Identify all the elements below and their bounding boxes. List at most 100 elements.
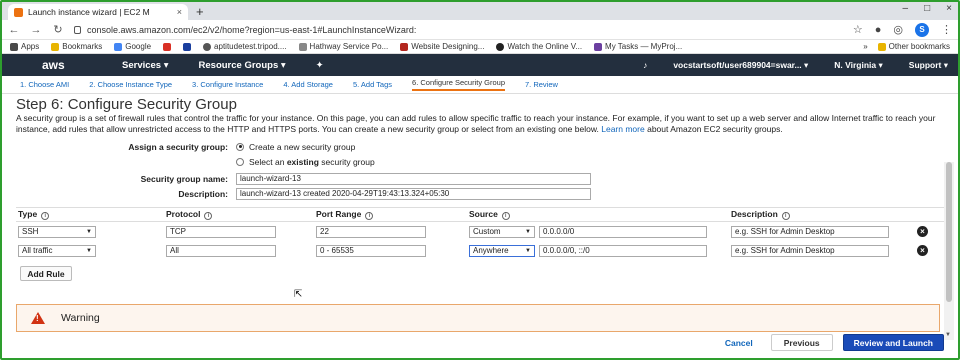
source-cidr-input[interactable]: 0.0.0.0/0, ::/0 — [539, 244, 707, 257]
source-type-select[interactable]: Anywhere ▼ — [469, 244, 535, 257]
bookmark-item[interactable]: Apps — [10, 42, 39, 51]
url-input[interactable]: console.aws.amazon.com/ec2/v2/home?regio… — [74, 22, 843, 37]
bookmark-item[interactable]: Google — [114, 42, 151, 51]
rule-description-input[interactable]: e.g. SSH for Admin Desktop — [731, 225, 889, 238]
step-add-storage[interactable]: 4. Add Storage — [283, 80, 333, 89]
port-range-input[interactable]: 0 - 65535 — [316, 244, 426, 257]
step-add-tags[interactable]: 5. Add Tags — [353, 80, 392, 89]
account-menu[interactable]: vocstartsoft/user689904=swar... ▾ — [673, 60, 808, 71]
region-menu[interactable]: N. Virginia ▾ — [834, 60, 883, 71]
col-description-header: Description i — [731, 209, 917, 220]
step-configure-security-group[interactable]: 6. Configure Security Group — [412, 78, 505, 91]
rules-header: Type i Protocol i Port Range i Source i Desc… — [16, 208, 944, 222]
wb-icon — [400, 42, 409, 51]
info-icon[interactable]: i — [365, 212, 374, 220]
col-port-header: Port Range i — [316, 209, 469, 220]
bookmark-item[interactable]: Bookmarks — [51, 42, 102, 51]
bookmarks-bar: Apps Bookmarks Google aptitudetest.tripo… — [2, 40, 958, 54]
radio-create-new[interactable] — [236, 142, 244, 151]
browser-tab[interactable]: Launch instance wizard | EC2 M × — [8, 4, 188, 20]
bookmarks-right: » Other bookmarks — [863, 42, 950, 51]
info-icon[interactable]: i — [204, 212, 213, 220]
type-select[interactable]: SSH ▼ — [18, 225, 96, 238]
new-tab-button[interactable]: + — [196, 4, 204, 20]
table-row: All traffic ▼ All 0 - 65535 Anywhere ▼ 0.0… — [16, 241, 944, 260]
delete-rule-icon[interactable]: × — [917, 245, 928, 256]
extension-2-icon[interactable]: ◎ — [893, 23, 903, 36]
back-arrow-icon[interactable]: ← — [8, 24, 20, 36]
name-row: Security group name: launch-wizard-13 — [16, 171, 948, 186]
bookmark-item[interactable]: Hathway Service Po... — [298, 42, 388, 51]
type-select[interactable]: All traffic ▼ — [18, 244, 96, 257]
radio-create-new-label: Create a new security group — [249, 141, 356, 152]
chevron-down-icon: ▼ — [525, 228, 531, 235]
table-row: SSH ▼ TCP 22 Custom ▼ 0.0.0.0/0 e.g. SSH f… — [16, 222, 944, 241]
source-type-select[interactable]: Custom ▼ — [469, 225, 535, 238]
other-bookmarks[interactable]: Other bookmarks — [877, 42, 950, 51]
sg-name-input[interactable]: launch-wizard-13 — [236, 172, 591, 185]
step-choose-instance-type[interactable]: 2. Choose Instance Type — [89, 80, 172, 89]
info-icon[interactable]: i — [41, 212, 50, 220]
services-menu[interactable]: Services ▾ — [122, 60, 169, 71]
chevron-down-icon: ▼ — [86, 228, 92, 235]
step-configure-instance[interactable]: 3. Configure Instance — [192, 80, 263, 89]
bookmark-item[interactable]: Watch the Online V... — [496, 42, 582, 51]
tab-bar: Launch instance wizard | EC2 M × + – □ × — [2, 2, 958, 20]
close-window-icon[interactable]: × — [946, 3, 952, 14]
bookmark-item[interactable] — [163, 42, 172, 51]
vertical-scrollbar[interactable]: ▼ — [944, 162, 954, 340]
cancel-button[interactable]: Cancel — [717, 338, 761, 348]
forward-arrow-icon[interactable]: → — [30, 24, 42, 36]
step-choose-ami[interactable]: 1. Choose AMI — [20, 80, 69, 89]
browser-actions: ☆ ● ◎ S ⋮ — [853, 22, 952, 37]
url-text: console.aws.amazon.com/ec2/v2/home?regio… — [87, 24, 417, 35]
profile-avatar[interactable]: S — [915, 22, 929, 37]
support-menu[interactable]: Support ▾ — [909, 60, 948, 71]
maximize-icon[interactable]: □ — [924, 3, 930, 14]
add-rule-button[interactable]: Add Rule — [20, 266, 72, 281]
source-cidr-input[interactable]: 0.0.0.0/0 — [539, 225, 707, 238]
assign-row: Assign a security group: Create a new se… — [16, 139, 948, 154]
folder-icon — [877, 42, 886, 51]
tab-close-icon[interactable]: × — [177, 7, 182, 17]
bookmark-item[interactable] — [183, 42, 192, 51]
info-icon[interactable]: i — [781, 212, 790, 220]
rule-description-input[interactable]: e.g. SSH for Admin Desktop — [731, 244, 889, 257]
pin-icon[interactable]: ✦ — [316, 60, 324, 71]
browser-window: Launch instance wizard | EC2 M × + – □ ×… — [0, 0, 960, 360]
bookmark-item[interactable]: My Tasks — MyProj... — [594, 42, 682, 51]
window-controls: – □ × — [903, 3, 952, 14]
port-range-input[interactable]: 22 — [316, 225, 426, 238]
bookmark-item[interactable]: Website Designing... — [400, 42, 484, 51]
minimize-icon[interactable]: – — [903, 3, 909, 14]
globe-icon — [203, 42, 212, 51]
aws-nav-right: ♪ vocstartsoft/user689904=swar... ▾ N. V… — [643, 60, 948, 71]
learn-more-link[interactable]: Learn more — [601, 124, 644, 134]
menu-dots-icon[interactable]: ⋮ — [941, 23, 952, 36]
reload-icon[interactable]: ↻ — [52, 23, 64, 36]
existing-row: Select an existing security group — [16, 154, 948, 169]
resource-groups-menu[interactable]: Resource Groups ▾ — [199, 60, 286, 71]
lock-icon — [74, 25, 81, 34]
bookmark-item[interactable]: aptitudetest.tripod.... — [203, 42, 287, 51]
bell-icon[interactable]: ♪ — [643, 60, 647, 70]
col-source-header: Source i — [469, 209, 731, 220]
bookmarks-overflow-icon[interactable]: » — [863, 42, 867, 51]
review-and-launch-button[interactable]: Review and Launch — [842, 334, 944, 351]
protocol-input[interactable]: All — [166, 244, 276, 257]
sg-description-input[interactable]: launch-wizard-13 created 2020-04-29T19:4… — [236, 187, 591, 200]
scroll-down-icon[interactable]: ▼ — [945, 332, 951, 338]
info-icon[interactable]: i — [501, 212, 510, 220]
apps-grid-icon — [10, 42, 18, 51]
radio-select-existing[interactable] — [236, 157, 244, 166]
blue-bookmark-icon — [183, 42, 192, 51]
previous-button[interactable]: Previous — [770, 334, 833, 351]
scrollbar-thumb[interactable] — [946, 162, 952, 302]
aws-logo[interactable]: aws — [42, 58, 92, 72]
red-bookmark-icon — [163, 42, 172, 51]
extension-icon[interactable]: ● — [875, 24, 882, 36]
protocol-input[interactable]: TCP — [166, 225, 276, 238]
delete-rule-icon[interactable]: × — [917, 226, 928, 237]
step-review[interactable]: 7. Review — [525, 80, 558, 89]
star-icon[interactable]: ☆ — [853, 23, 863, 36]
